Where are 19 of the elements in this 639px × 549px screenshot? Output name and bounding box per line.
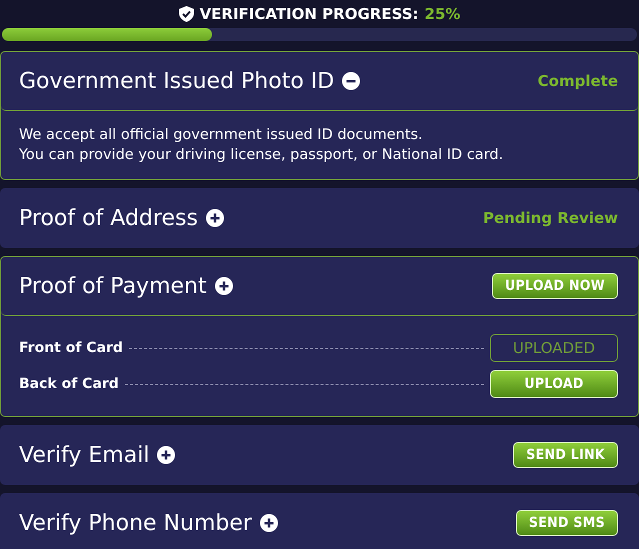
row-label: Back of Card — [19, 376, 119, 392]
section-title[interactable]: Government Issued Photo ID — [19, 68, 334, 94]
expand-icon[interactable] — [260, 514, 278, 532]
expand-icon[interactable] — [157, 446, 176, 464]
status-label: Pending Review — [482, 209, 618, 227]
section-title[interactable]: Proof of Payment — [19, 274, 207, 298]
shield-check-icon — [178, 6, 194, 22]
section-title[interactable]: Proof of Address — [19, 206, 198, 230]
progress-percent: 25% — [424, 5, 460, 23]
progress-title: VERIFICATION PROGRESS: — [200, 5, 419, 23]
status-label: Complete — [538, 72, 618, 90]
row-label: Front of Card — [19, 340, 123, 356]
expand-icon[interactable] — [214, 277, 233, 295]
collapse-icon[interactable] — [342, 72, 360, 90]
section-title[interactable]: Verify Email — [19, 442, 150, 468]
section-title[interactable]: Verify Phone Number — [19, 510, 252, 536]
expand-icon[interactable] — [206, 209, 224, 227]
uploaded-button[interactable]: UPLOADED — [490, 334, 618, 362]
description-text: We accept all official government issued ID documents. You can provide your driving license, passport, or National ID card. — [18, 126, 504, 165]
